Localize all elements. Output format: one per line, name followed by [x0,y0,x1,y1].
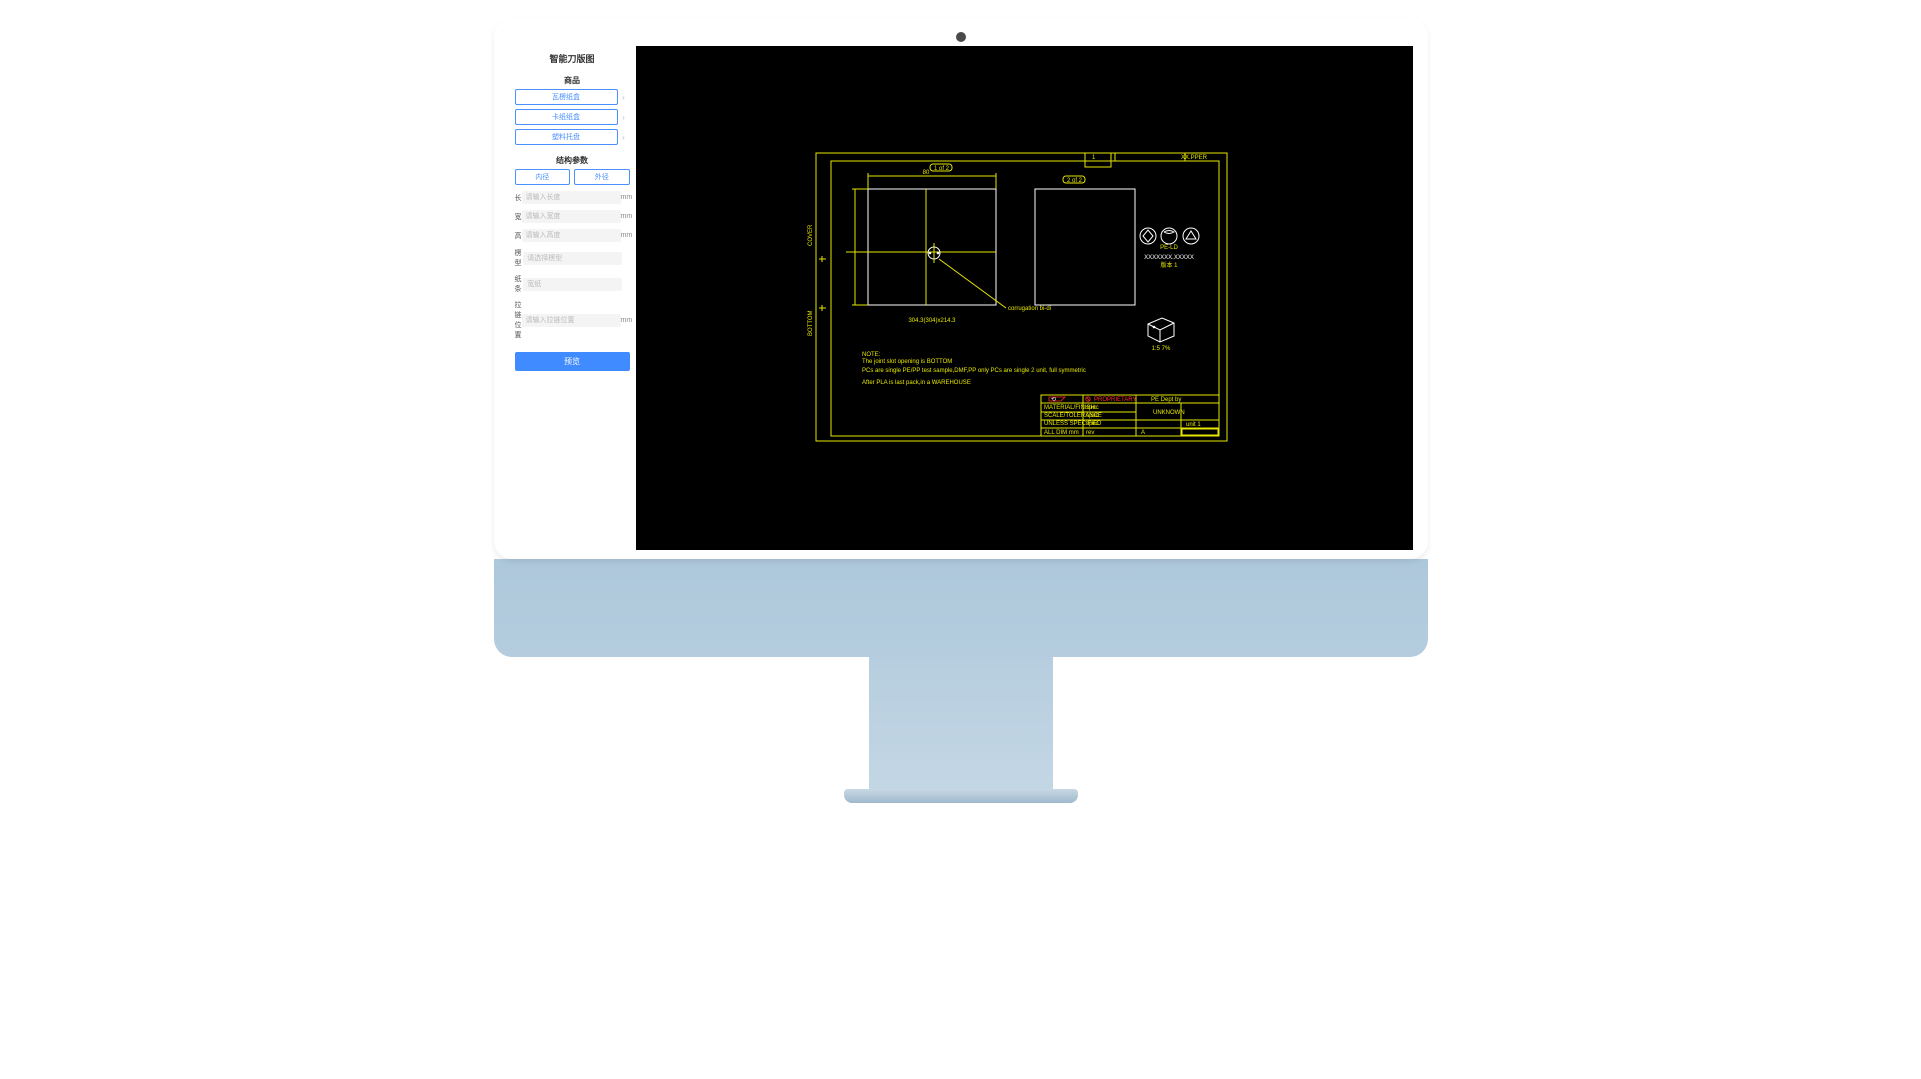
monitor-stand-foot [844,789,1078,803]
svg-text:The joint slot opening is BOTT: The joint slot opening is BOTTOM [862,359,952,365]
tab-inner-diameter[interactable]: 内径 [515,169,571,185]
svg-text:304.3(304)x214.3: 304.3(304)x214.3 [908,318,956,324]
product-item-corrugated[interactable]: 瓦楞纸盒 [515,89,618,105]
length-field[interactable] [522,191,621,204]
chevron-right-icon: › [618,113,630,122]
monitor-bezel: 智能刀版图 商品 瓦楞纸盒 › 卡纸纸盒 › 塑料托盘 › 结构参数 内径 外 [494,18,1428,559]
svg-text:UNKNOWN: UNKNOWN [1153,410,1185,416]
svg-text:⟲: ⟲ [1051,397,1056,403]
monitor-chin [494,559,1428,657]
svg-text:1 of 2: 1 of 2 [934,166,950,172]
products-section-title: 商品 [515,69,630,89]
screen-content: 智能刀版图 商品 瓦楞纸盒 › 卡纸纸盒 › 塑料托盘 › 结构参数 内径 外 [509,46,1413,550]
svg-text:NOTE:: NOTE: [862,352,881,358]
param-label-flute: 楞型 [515,248,524,268]
svg-text:2 of 2: 2 of 2 [1067,178,1083,184]
tab-outer-diameter[interactable]: 外径 [574,169,630,185]
svg-text:rev: rev [1086,430,1094,436]
svg-text:BOTTOM: BOTTOM [808,310,814,336]
param-label-height: 高 [515,231,522,241]
svg-text:PE Dept by: PE Dept by [1151,397,1181,403]
svg-text:ALL DIM mm: ALL DIM mm [1044,430,1079,436]
app-title: 智能刀版图 [515,50,630,69]
param-label-width: 宽 [515,212,522,222]
svg-text:unit 1: unit 1 [1186,422,1201,428]
svg-text:COVER: COVER [808,224,814,246]
param-label-strip: 纸条 [515,274,524,294]
imac-mockup: 智能刀版图 商品 瓦楞纸盒 › 卡纸纸盒 › 塑料托盘 › 结构参数 内径 外 [494,18,1428,803]
strip-field[interactable] [523,278,622,291]
chevron-right-icon: › [618,133,630,142]
svg-text:PCs are single PE/PP test samp: PCs are single PE/PP test sample,DMF,PP … [862,368,1086,374]
params-section-title: 结构参数 [515,149,630,169]
svg-text:spec: spec [1086,421,1099,427]
sidebar: 智能刀版图 商品 瓦楞纸盒 › 卡纸纸盒 › 塑料托盘 › 结构参数 内径 外 [509,46,636,550]
unit-mm: mm [621,194,633,201]
monitor-stand-neck [869,657,1053,789]
svg-text:corrugation bi-di: corrugation bi-di [1008,306,1051,312]
product-item-plastic-tray[interactable]: 塑料托盘 [515,129,618,145]
param-label-length: 长 [515,193,522,203]
svg-text:版本 1: 版本 1 [1160,261,1178,269]
unit-mm: mm [621,317,633,324]
preview-button[interactable]: 预览 [515,352,630,371]
width-field[interactable] [522,210,621,223]
svg-text:spec: spec [1086,405,1099,411]
chevron-right-icon: › [618,93,630,102]
cad-canvas[interactable]: 1 XX.PPER 1 of 2 2 of 2 CO [636,46,1413,550]
height-field[interactable] [522,229,621,242]
camera-icon [956,32,966,42]
product-item-cardboard[interactable]: 卡纸纸盒 [515,109,618,125]
svg-text:80: 80 [922,170,929,176]
svg-text:XXXXXXX.XXXXX: XXXXXXX.XXXXX [1144,255,1194,261]
param-label-zipper: 拉链位置 [515,300,522,340]
svg-text:After PLA is last pack,in a WA: After PLA is last pack,in a WAREHOUSE [862,380,971,386]
svg-text:spec: spec [1086,413,1099,419]
zipper-field[interactable] [522,314,621,327]
svg-text:1:5 7%: 1:5 7% [1151,346,1170,352]
unit-mm: mm [621,232,633,239]
unit-mm: mm [621,213,633,220]
svg-text:A: A [1141,430,1145,436]
svg-text:PE-LD: PE-LD [1160,245,1178,251]
flute-field[interactable] [523,252,622,265]
svg-text:PROPRIETARY: PROPRIETARY [1094,397,1136,403]
svg-text:1: 1 [1092,155,1096,161]
